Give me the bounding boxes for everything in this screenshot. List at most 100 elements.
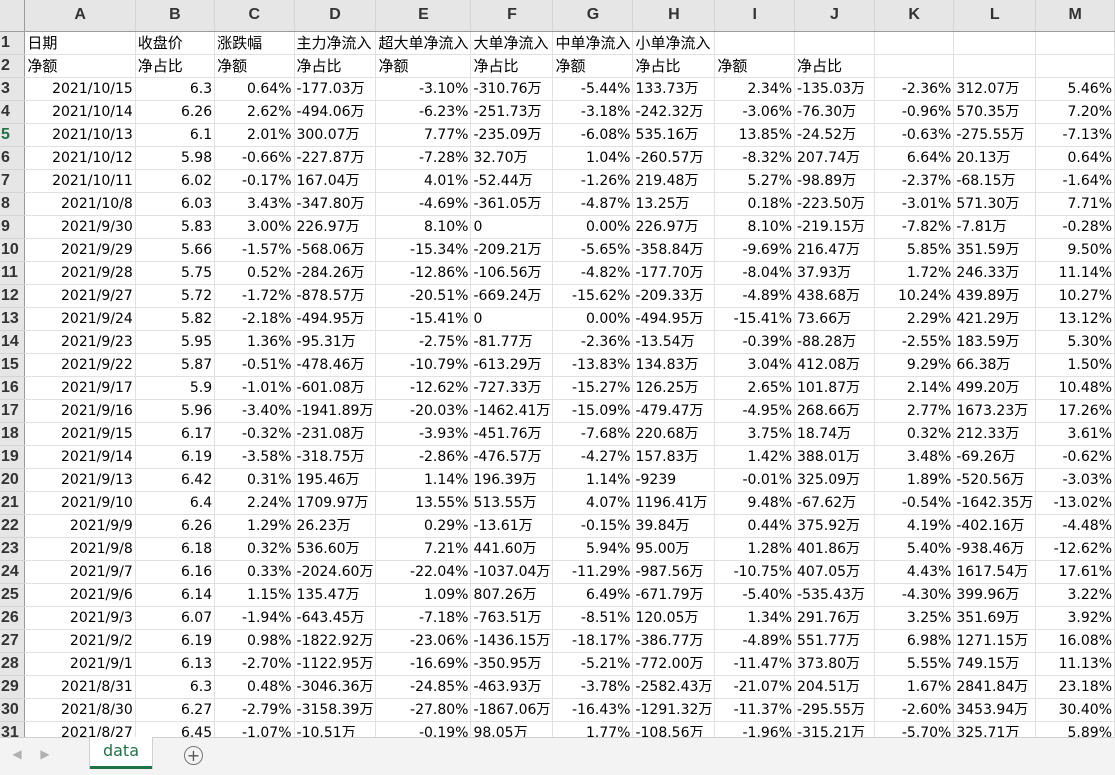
cell-d31[interactable]: -10.51万 <box>294 721 377 737</box>
cell-e29[interactable]: -24.85% <box>375 675 472 699</box>
cell-g29[interactable]: -3.78% <box>552 675 634 699</box>
cell-c8[interactable]: 3.43% <box>214 192 295 216</box>
cell-c6[interactable]: -0.66% <box>214 146 295 170</box>
cell-a7[interactable]: 2021/10/11 <box>24 169 136 193</box>
cell-d30[interactable]: -3158.39万 <box>294 698 377 722</box>
cell-h9[interactable]: 226.97万 <box>632 215 716 239</box>
cell-c12[interactable]: -1.72% <box>214 284 295 308</box>
cell-a11[interactable]: 2021/9/28 <box>24 261 136 285</box>
cell-h13[interactable]: -494.95万 <box>632 307 716 331</box>
cell-m21[interactable]: -13.02% <box>1035 491 1115 515</box>
cell-m20[interactable]: -3.03% <box>1035 468 1115 492</box>
cell-a2[interactable]: 净额 <box>24 54 136 78</box>
cell-e8[interactable]: -4.69% <box>375 192 472 216</box>
cell-j28[interactable]: 373.80万 <box>794 652 875 676</box>
cell-c3[interactable]: 0.64% <box>214 77 295 101</box>
cell-f4[interactable]: -251.73万 <box>470 100 554 124</box>
cell-h6[interactable]: -260.57万 <box>632 146 716 170</box>
cell-c1[interactable]: 涨跌幅 <box>214 31 295 55</box>
cell-i17[interactable]: -4.95% <box>714 399 796 423</box>
row-header[interactable]: 2 <box>0 54 26 78</box>
cell-j17[interactable]: 268.66万 <box>794 399 875 423</box>
cell-d4[interactable]: -494.06万 <box>294 100 377 124</box>
cell-f31[interactable]: 98.05万 <box>470 721 554 737</box>
cell-f10[interactable]: -209.21万 <box>470 238 554 262</box>
cell-g9[interactable]: 0.00% <box>552 215 634 239</box>
cell-m12[interactable]: 10.27% <box>1035 284 1115 308</box>
cell-k5[interactable]: -0.63% <box>874 123 955 147</box>
cell-l22[interactable]: -402.16万 <box>953 514 1037 538</box>
cell-l12[interactable]: 439.89万 <box>953 284 1037 308</box>
cell-k19[interactable]: 3.48% <box>874 445 955 469</box>
cell-d14[interactable]: -95.31万 <box>294 330 377 354</box>
cell-m31[interactable]: 5.89% <box>1035 721 1115 737</box>
cell-e10[interactable]: -15.34% <box>375 238 472 262</box>
cell-i27[interactable]: -4.89% <box>714 629 796 653</box>
row-header[interactable]: 11 <box>0 261 26 285</box>
cell-m1[interactable] <box>1035 31 1115 55</box>
cell-f14[interactable]: -81.77万 <box>470 330 554 354</box>
cell-c22[interactable]: 1.29% <box>214 514 295 538</box>
cell-g25[interactable]: 6.49% <box>552 583 634 607</box>
cell-h3[interactable]: 133.73万 <box>632 77 716 101</box>
cell-k11[interactable]: 1.72% <box>874 261 955 285</box>
cell-b24[interactable]: 6.16 <box>135 560 216 584</box>
cell-l18[interactable]: 212.33万 <box>953 422 1037 446</box>
cell-m14[interactable]: 5.30% <box>1035 330 1115 354</box>
cell-j24[interactable]: 407.05万 <box>794 560 875 584</box>
cell-k12[interactable]: 10.24% <box>874 284 955 308</box>
cell-i24[interactable]: -10.75% <box>714 560 796 584</box>
cell-i14[interactable]: -0.39% <box>714 330 796 354</box>
cell-e18[interactable]: -3.93% <box>375 422 472 446</box>
cell-e27[interactable]: -23.06% <box>375 629 472 653</box>
cell-e15[interactable]: -10.79% <box>375 353 472 377</box>
cell-g11[interactable]: -4.82% <box>552 261 634 285</box>
cell-i31[interactable]: -1.96% <box>714 721 796 737</box>
cell-j10[interactable]: 216.47万 <box>794 238 875 262</box>
cell-b7[interactable]: 6.02 <box>135 169 216 193</box>
cell-i6[interactable]: -8.32% <box>714 146 796 170</box>
cell-k3[interactable]: -2.36% <box>874 77 955 101</box>
cell-g27[interactable]: -18.17% <box>552 629 634 653</box>
cell-k23[interactable]: 5.40% <box>874 537 955 561</box>
cell-b3[interactable]: 6.3 <box>135 77 216 101</box>
cell-h11[interactable]: -177.70万 <box>632 261 716 285</box>
cell-f9[interactable]: 0 <box>470 215 554 239</box>
cell-f22[interactable]: -13.61万 <box>470 514 554 538</box>
cell-c15[interactable]: -0.51% <box>214 353 295 377</box>
cell-a30[interactable]: 2021/8/30 <box>24 698 136 722</box>
cell-g17[interactable]: -15.09% <box>552 399 634 423</box>
cell-d13[interactable]: -494.95万 <box>294 307 377 331</box>
cell-g15[interactable]: -13.83% <box>552 353 634 377</box>
cell-h29[interactable]: -2582.43万 <box>632 675 716 699</box>
cell-h8[interactable]: 13.25万 <box>632 192 716 216</box>
cell-f5[interactable]: -235.09万 <box>470 123 554 147</box>
cell-g2[interactable]: 净额 <box>552 54 634 78</box>
cell-f18[interactable]: -451.76万 <box>470 422 554 446</box>
cell-m25[interactable]: 3.22% <box>1035 583 1115 607</box>
cell-a27[interactable]: 2021/9/2 <box>24 629 136 653</box>
cell-e24[interactable]: -22.04% <box>375 560 472 584</box>
cell-c7[interactable]: -0.17% <box>214 169 295 193</box>
cell-c19[interactable]: -3.58% <box>214 445 295 469</box>
cell-l29[interactable]: 2841.84万 <box>953 675 1037 699</box>
cell-a13[interactable]: 2021/9/24 <box>24 307 136 331</box>
cell-e1[interactable]: 超大单净流入 <box>375 31 472 55</box>
cell-a6[interactable]: 2021/10/12 <box>24 146 136 170</box>
cell-i4[interactable]: -3.06% <box>714 100 796 124</box>
cell-l6[interactable]: 20.13万 <box>953 146 1037 170</box>
cell-b31[interactable]: 6.45 <box>135 721 216 737</box>
cell-d23[interactable]: 536.60万 <box>294 537 377 561</box>
row-header[interactable]: 6 <box>0 146 26 170</box>
cell-f6[interactable]: 32.70万 <box>470 146 554 170</box>
cell-d21[interactable]: 1709.97万 <box>294 491 377 515</box>
cell-l27[interactable]: 1271.15万 <box>953 629 1037 653</box>
cell-a5[interactable]: 2021/10/13 <box>24 123 136 147</box>
cell-h2[interactable]: 净占比 <box>632 54 716 78</box>
cell-e5[interactable]: 7.77% <box>375 123 472 147</box>
column-header-k[interactable]: K <box>874 0 955 32</box>
row-header[interactable]: 20 <box>0 468 26 492</box>
cell-m2[interactable] <box>1035 54 1115 78</box>
cell-j7[interactable]: -98.89万 <box>794 169 875 193</box>
cell-e4[interactable]: -6.23% <box>375 100 472 124</box>
